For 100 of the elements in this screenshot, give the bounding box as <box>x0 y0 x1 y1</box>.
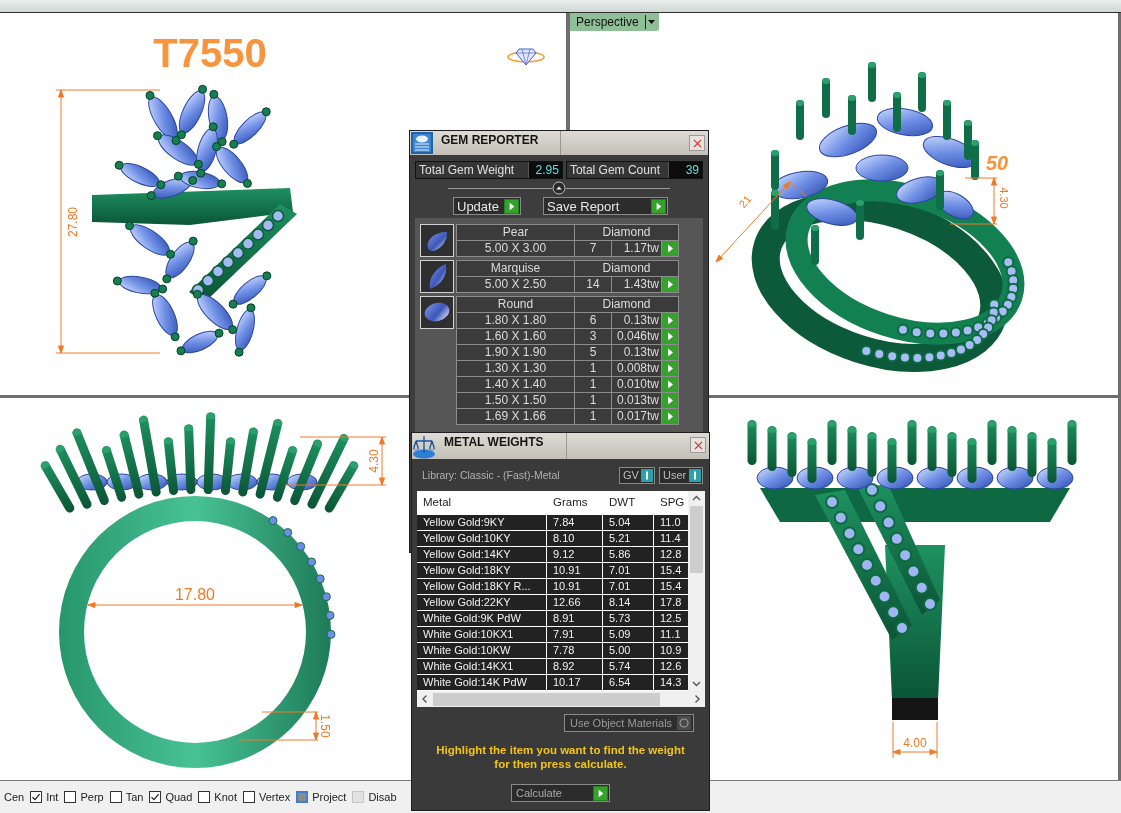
pear-gem-icon <box>420 224 454 257</box>
play-icon <box>504 198 519 214</box>
play-icon[interactable] <box>662 277 678 292</box>
scroll-thumb[interactable] <box>433 692 660 706</box>
play-icon[interactable] <box>662 345 678 360</box>
table-cell: 1.80 X 1.80 <box>457 313 574 328</box>
checkbox[interactable] <box>198 791 211 803</box>
save-report-button[interactable]: Save Report <box>543 197 668 215</box>
snap-label: Cen <box>4 791 25 803</box>
play-icon[interactable] <box>662 393 678 408</box>
table-cell: Yellow Gold:18KY R... <box>417 579 546 594</box>
table-cell: 1.50 X 1.50 <box>457 393 574 408</box>
table-cell: 10.17 <box>547 675 602 690</box>
table-cell: 6.54 <box>603 675 653 690</box>
dimension-line <box>949 177 998 225</box>
toggle-button[interactable]: User <box>659 466 703 484</box>
report-icon <box>411 132 433 154</box>
play-icon <box>593 785 608 801</box>
toggle-button[interactable]: GV <box>619 466 655 484</box>
table-cell: 0.013tw <box>612 393 661 408</box>
play-icon[interactable] <box>662 377 678 392</box>
play-icon[interactable] <box>662 241 678 256</box>
table-cell: 5.04 <box>603 515 653 530</box>
snap-label: Quad <box>165 791 193 803</box>
close-button[interactable] <box>690 437 706 453</box>
scale-icon <box>412 433 436 459</box>
stat-label: Total Gem Weight <box>418 162 516 178</box>
table-cell: Marquise <box>457 261 574 276</box>
calculate-button[interactable]: Calculate <box>511 784 610 802</box>
play-icon[interactable] <box>662 329 678 344</box>
dimension-label: 1.50 <box>318 714 332 738</box>
table-cell: 14.3 <box>654 675 688 690</box>
round-gem-icon <box>420 296 454 329</box>
radio-icon <box>677 716 691 730</box>
close-button[interactable] <box>689 135 705 151</box>
checkbox[interactable] <box>243 791 255 803</box>
table-cell: 1 <box>575 409 611 424</box>
table-cell: 0.13tw <box>612 313 661 328</box>
use-object-materials-button[interactable]: Use Object Materials <box>564 714 694 732</box>
checkbox[interactable] <box>64 791 77 803</box>
snap-label: Project <box>312 791 347 803</box>
scrollbar[interactable] <box>417 691 705 707</box>
table-cell: 6 <box>575 313 611 328</box>
update-button[interactable]: Update <box>453 197 521 215</box>
table-cell: 1 <box>575 361 611 376</box>
table-cell: Yellow Gold:14KY <box>417 547 546 562</box>
table-cell: 0.13tw <box>612 345 661 360</box>
table-cell: 1.40 X 1.40 <box>457 377 574 392</box>
table-cell: 7.78 <box>547 643 602 658</box>
table-cell: Yellow Gold:22KY <box>417 595 546 610</box>
table-cell: Diamond <box>575 297 678 312</box>
table-cell: 5.00 X 2.50 <box>457 277 574 292</box>
table-cell: 0.046tw <box>612 329 661 344</box>
dimension-label: 21 <box>736 192 754 210</box>
dimension-label: 4.30 <box>998 187 1010 209</box>
play-icon[interactable] <box>662 361 678 376</box>
close-icon <box>693 440 703 450</box>
checkbox[interactable] <box>30 791 43 803</box>
play-icon[interactable] <box>662 409 678 424</box>
view-menu-button[interactable]: Perspective <box>570 13 659 31</box>
play-icon[interactable] <box>662 313 678 328</box>
table-cell: White Gold:10KX1 <box>417 627 546 642</box>
table-cell: White Gold:9K PdW <box>417 611 546 626</box>
table-cell: White Gold:10KW <box>417 643 546 658</box>
table-cell: 7 <box>575 241 611 256</box>
table-cell: 1.30 X 1.30 <box>457 361 574 376</box>
snap-label: Tan <box>125 791 144 803</box>
table-cell: 12.6 <box>654 659 688 674</box>
table-cell: Diamond <box>575 261 678 276</box>
table-cell: 8.91 <box>547 611 602 626</box>
dimension-label: 4.00 <box>903 736 927 750</box>
panel-title: GEM REPORTER <box>441 133 539 147</box>
snap-label: Int <box>46 791 59 803</box>
table-cell: White Gold:14KX1 <box>417 659 546 674</box>
table-cell: 5.73 <box>603 611 653 626</box>
table-cell: 8.10 <box>547 531 602 546</box>
checkbox[interactable] <box>149 791 162 803</box>
table-cell: 10.9 <box>654 643 688 658</box>
table-cell: Pear <box>457 225 574 240</box>
table-cell: 9.12 <box>547 547 602 562</box>
model-label: T7550 <box>153 31 267 75</box>
table-cell: 1.69 X 1.66 <box>457 409 574 424</box>
table-cell: 11.4 <box>654 531 688 546</box>
table-cell: 5.86 <box>603 547 653 562</box>
table-cell: 14 <box>575 277 611 292</box>
collapse-up-icon[interactable] <box>552 181 566 195</box>
table-cell: Diamond <box>575 225 678 240</box>
table-cell: 0.017tw <box>612 409 661 424</box>
scroll-thumb[interactable] <box>690 506 703 573</box>
table-cell: White Gold:14K PdW <box>417 675 546 690</box>
table-cell: 11.1 <box>654 627 688 642</box>
table-cell: Yellow Gold:10KY <box>417 531 546 546</box>
toggle-button[interactable] <box>296 791 309 803</box>
scrollbar[interactable] <box>688 491 705 691</box>
panel-title: METAL WEIGHTS <box>444 435 544 449</box>
table-cell: 1.90 X 1.90 <box>457 345 574 360</box>
table-cell: 1 <box>575 377 611 392</box>
diamond-ring-icon <box>507 48 545 66</box>
checkbox[interactable] <box>109 791 122 803</box>
stat-label: Total Gem Count <box>568 162 661 178</box>
